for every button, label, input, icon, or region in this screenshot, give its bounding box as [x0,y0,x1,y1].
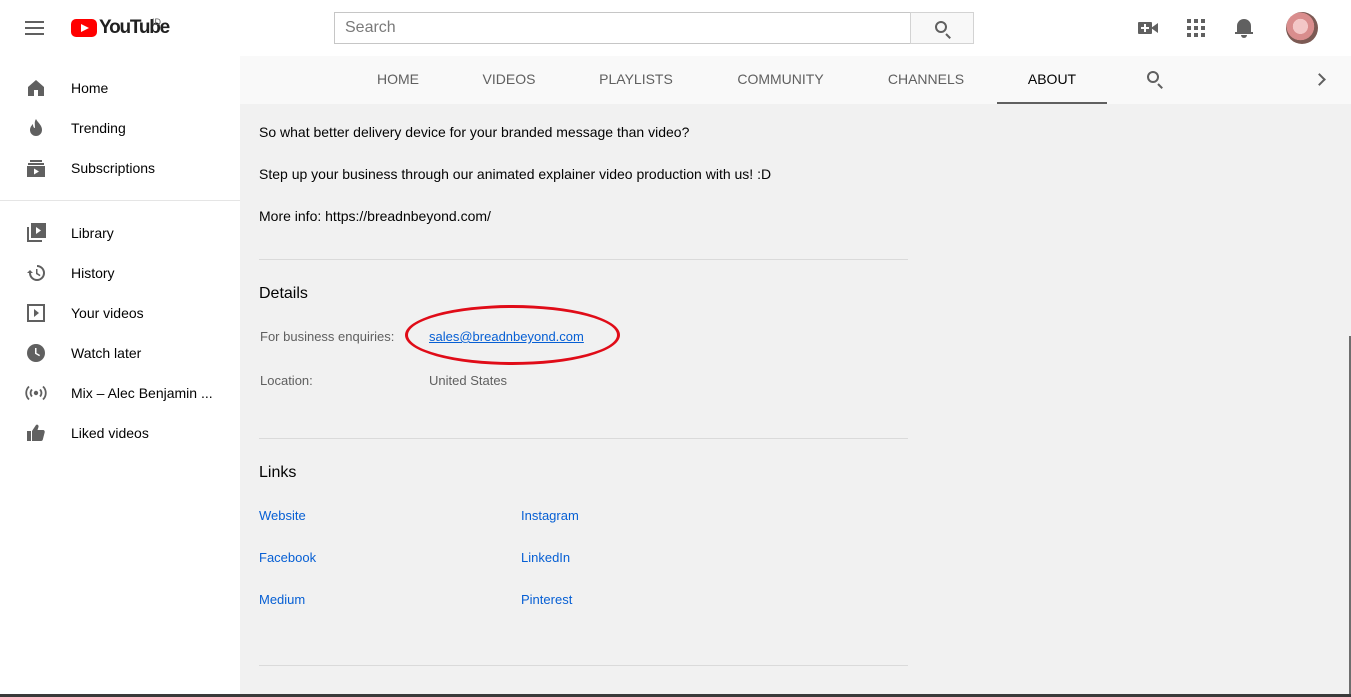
sidebar-item-library[interactable]: Library [0,213,240,253]
sidebar-item-label: Watch later [71,345,142,361]
sidebar-item-watch-later[interactable]: Watch later [0,333,240,373]
sidebar-item-mix[interactable]: Mix – Alec Benjamin ... [0,373,240,413]
sidebar-item-label: Subscriptions [71,160,156,176]
link-instagram[interactable]: Instagram [521,508,579,523]
home-icon [28,80,44,96]
tab-community[interactable]: COMMUNITY [730,56,831,104]
link-website[interactable]: Website [259,508,306,523]
avatar[interactable] [1286,12,1318,44]
description-line: So what better delivery device for your … [259,124,690,140]
history-icon [27,265,45,281]
search-button[interactable] [910,12,974,44]
mix-icon [25,385,47,401]
search-bar [334,12,974,44]
tab-about[interactable]: ABOUT [997,56,1107,104]
subscriptions-icon [27,160,45,177]
section-divider [259,665,908,666]
tab-channels[interactable]: CHANNELS [880,56,972,104]
business-enquiries-label: For business enquiries: [260,329,395,344]
search-input[interactable] [334,12,910,44]
sidebar-item-label: Trending [71,120,126,136]
link-facebook[interactable]: Facebook [259,550,316,565]
tab-home[interactable]: HOME [368,56,428,104]
links-heading: Links [259,464,297,481]
location-label: Location: [260,373,313,388]
create-video-icon[interactable] [1136,16,1160,40]
sidebar-item-label: Home [71,80,109,96]
sidebar-item-label: History [71,265,115,281]
section-divider [259,438,908,439]
channel-main: HOME VIDEOS PLAYLISTS COMMUNITY CHANNELS… [240,56,1351,697]
search-icon [935,21,947,33]
link-linkedin[interactable]: LinkedIn [521,550,570,565]
trending-icon [30,119,42,136]
sidebar-item-subscriptions[interactable]: Subscriptions [0,148,240,188]
youtube-play-icon [71,19,97,37]
tab-playlists[interactable]: PLAYLISTS [592,56,680,104]
sidebar-item-your-videos[interactable]: Your videos [0,293,240,333]
channel-tabs: HOME VIDEOS PLAYLISTS COMMUNITY CHANNELS… [240,56,1351,104]
sidebar-item-liked-videos[interactable]: Liked videos [0,413,240,453]
sidebar-item-label: Mix – Alec Benjamin ... [71,385,213,401]
masthead: YouTube ID [0,0,1351,56]
notifications-bell-icon[interactable] [1232,16,1256,40]
menu-icon[interactable] [17,16,53,40]
description-line: More info: https://breadnbeyond.com/ [259,208,491,224]
description-line: Step up your business through our animat… [259,166,772,182]
annotation-circle [405,305,620,365]
sidebar-item-label: Your videos [71,305,144,321]
thumbs-up-icon [27,424,45,441]
link-medium[interactable]: Medium [259,592,305,607]
sidebar-item-home[interactable]: Home [0,68,240,108]
chevron-right-icon[interactable] [1311,70,1331,90]
your-videos-icon [27,304,45,322]
sidebar-item-label: Library [71,225,114,241]
tab-videos[interactable]: VIDEOS [475,56,543,104]
watch-later-icon [27,344,45,362]
library-icon [27,223,46,242]
region-code: ID [152,17,161,27]
section-divider [259,259,908,260]
sidebar-divider [0,200,240,201]
link-pinterest[interactable]: Pinterest [521,592,572,607]
sidebar-item-history[interactable]: History [0,253,240,293]
apps-grid-icon[interactable] [1184,16,1208,40]
sidebar: Home Trending Subscriptions Library Hist… [0,56,240,697]
details-heading: Details [259,285,308,302]
channel-search-icon[interactable] [1145,70,1165,90]
sidebar-item-trending[interactable]: Trending [0,108,240,148]
sidebar-item-label: Liked videos [71,425,149,441]
location-value: United States [429,373,508,388]
